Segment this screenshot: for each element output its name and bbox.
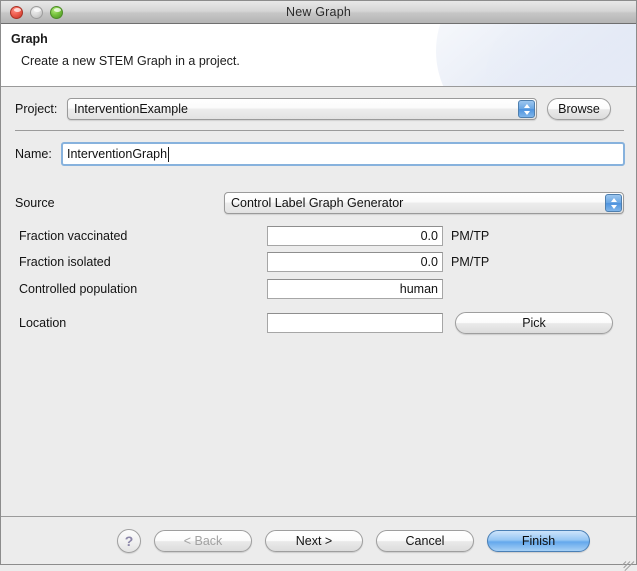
controlled-population-label: Controlled population: [19, 282, 138, 296]
location-label: Location: [19, 316, 67, 330]
source-label: Source: [15, 196, 55, 210]
fraction-vaccinated-value: 0.0: [420, 229, 438, 243]
controlled-population-input[interactable]: human: [267, 279, 443, 299]
banner-description: Create a new STEM Graph in a project.: [21, 54, 240, 68]
fraction-vaccinated-label: Fraction vaccinated: [19, 229, 128, 243]
window-title: New Graph: [285, 5, 352, 19]
help-icon[interactable]: ?: [117, 528, 141, 553]
fraction-vaccinated-input[interactable]: 0.0: [267, 226, 443, 246]
banner-title: Graph: [11, 32, 48, 46]
help-label: ?: [124, 532, 134, 549]
field-row: Controlled population human: [19, 279, 629, 299]
title-bar: New Graph: [1, 1, 636, 24]
name-row: Name: InterventionGraph: [15, 142, 625, 166]
fraction-isolated-input[interactable]: 0.0: [267, 252, 443, 272]
source-combo[interactable]: Control Label Graph Generator: [224, 192, 624, 214]
field-row: Fraction vaccinated 0.0 PM/TP: [19, 226, 629, 246]
fraction-vaccinated-unit: PM/TP: [451, 229, 490, 243]
project-combo-value: InterventionExample: [74, 102, 188, 116]
location-input[interactable]: [267, 313, 443, 333]
next-button[interactable]: Next >: [265, 529, 363, 552]
section-divider: [15, 130, 624, 131]
new-graph-dialog: New Graph Graph Create a new STEM Graph …: [0, 0, 637, 571]
fraction-isolated-value: 0.0: [420, 255, 438, 269]
minimize-button[interactable]: [30, 5, 43, 19]
zoom-button[interactable]: [50, 5, 63, 19]
fraction-isolated-label: Fraction isolated: [19, 255, 111, 269]
chevron-updown-icon[interactable]: [605, 194, 622, 212]
project-row: Project: InterventionExample Browse: [15, 98, 625, 120]
wizard-banner: Graph Create a new STEM Graph in a proje…: [1, 24, 636, 87]
source-combo-value: Control Label Graph Generator: [231, 196, 404, 210]
back-button[interactable]: < Back: [154, 529, 252, 552]
source-row: Source Control Label Graph Generator: [15, 192, 625, 214]
name-label: Name:: [15, 147, 52, 161]
chevron-updown-icon[interactable]: [518, 100, 535, 118]
name-input-value: InterventionGraph: [67, 147, 168, 161]
project-combo[interactable]: InterventionExample: [67, 98, 537, 120]
finish-button[interactable]: Finish: [487, 529, 590, 552]
fraction-isolated-unit: PM/TP: [451, 255, 490, 269]
project-label: Project:: [15, 102, 58, 116]
controlled-population-value: human: [399, 282, 438, 296]
close-button[interactable]: [10, 5, 23, 19]
cancel-button[interactable]: Cancel: [376, 529, 474, 552]
dialog-footer: ? < Back Next > Cancel Finish: [1, 516, 636, 571]
pick-button[interactable]: Pick: [455, 312, 613, 334]
browse-button[interactable]: Browse: [547, 98, 611, 120]
name-input[interactable]: InterventionGraph: [61, 142, 625, 166]
window-controls: [1, 5, 63, 19]
resize-grip[interactable]: [621, 549, 635, 571]
text-caret: [168, 146, 170, 162]
wizard-body: Project: InterventionExample Browse Name…: [1, 87, 636, 516]
field-row: Fraction isolated 0.0 PM/TP: [19, 252, 629, 272]
location-row: Location Pick: [19, 312, 629, 334]
